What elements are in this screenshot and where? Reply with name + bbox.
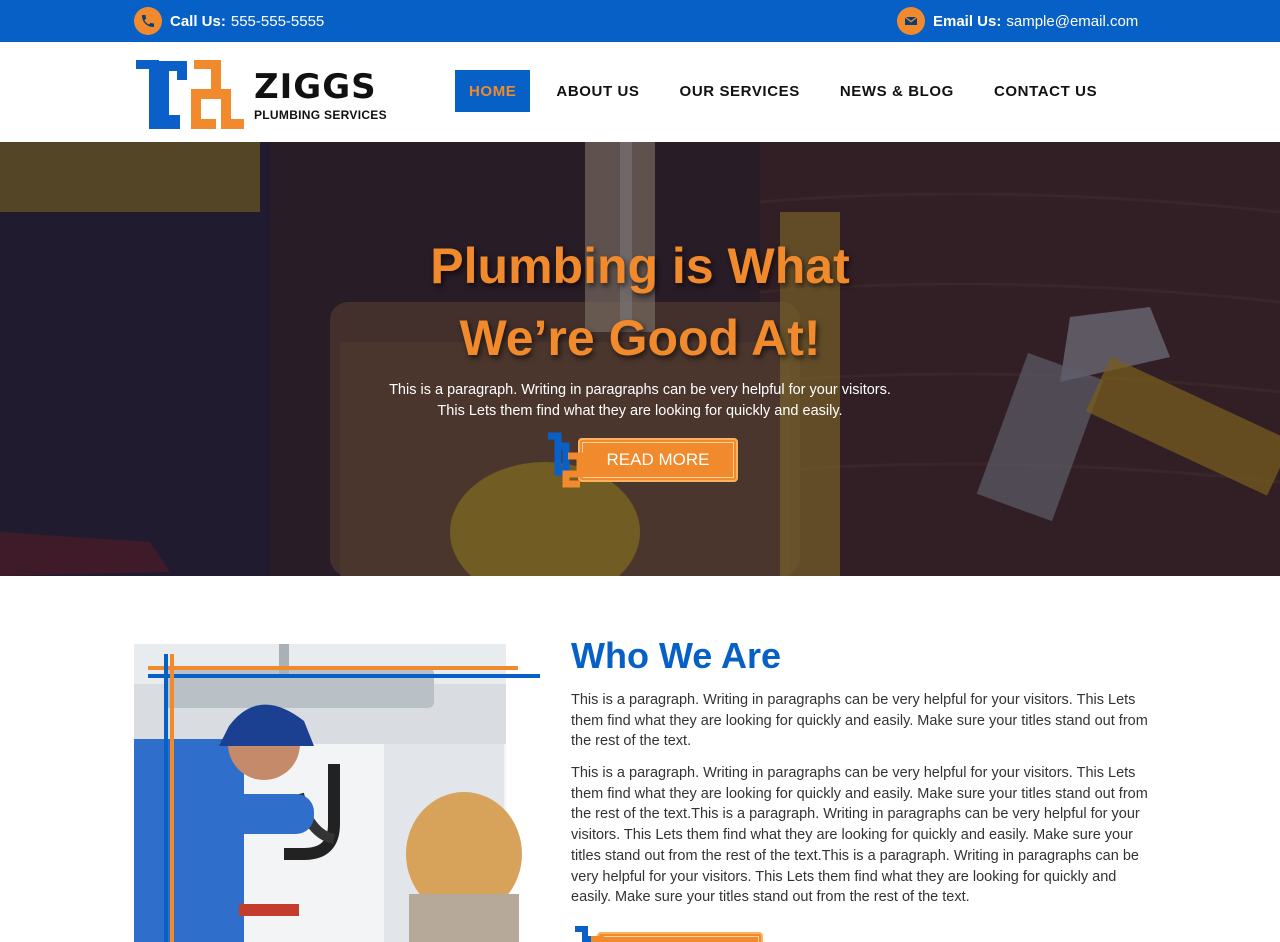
nav-home[interactable]: HOME [455,70,531,112]
hero-title-line1: Plumbing is What [430,238,850,294]
logo-text: ZIGGS PLUMBING SERVICES [254,68,387,122]
phone-number[interactable]: 555-555-5555 [231,13,324,30]
nav-contact-us[interactable]: CONTACT US [994,70,1097,112]
logo-mark-icon [136,59,244,129]
site-header: ZIGGS PLUMBING SERVICES HOME ABOUT US OU… [0,42,1280,142]
nav-our-services[interactable]: OUR SERVICES [680,70,800,112]
about-read-more-button[interactable] [597,932,763,942]
hero-text-line2: This Lets them find what they are lookin… [437,403,843,419]
about-paragraph-1: This is a paragraph. Writing in paragrap… [571,692,1148,750]
top-contact-bar: Call Us: 555-555-5555 Email Us: sample@e… [0,0,1280,42]
brand-tagline: PLUMBING SERVICES [254,108,387,122]
read-more-button[interactable]: READ MORE [578,438,738,482]
hero-read-more[interactable]: READ MORE [544,432,738,488]
hero-paragraph: This is a paragraph. Writing in paragrap… [0,380,1280,422]
hero-banner: Plumbing is What We’re Good At! This is … [0,142,1280,576]
plumbers-photo [134,644,540,942]
logo-mark-icon [575,926,604,942]
hero-title: Plumbing is What We’re Good At! [0,230,1280,374]
email-label: Email Us: [933,12,1002,30]
nav-news-blog[interactable]: NEWS & BLOG [840,70,954,112]
email-contact[interactable]: Email Us: sample@email.com [897,7,1138,35]
about-paragraph-2: This is a paragraph. Writing in paragrap… [571,765,1148,906]
phone-label: Call Us: [170,12,226,30]
main-nav: HOME ABOUT US OUR SERVICES NEWS & BLOG C… [455,70,1097,112]
brand-name: ZIGGS [254,67,377,107]
envelope-icon [897,7,925,35]
logo-mark-icon [548,432,584,488]
email-address[interactable]: sample@email.com [1006,13,1138,30]
about-read-more[interactable] [571,924,763,942]
plumbers-photo-illustration [134,644,540,942]
phone-contact[interactable]: Call Us: 555-555-5555 [134,7,324,35]
section-title: Who We Are [571,635,782,676]
phone-icon [134,7,162,35]
hero-title-line2: We’re Good At! [459,310,821,366]
site-logo[interactable]: ZIGGS PLUMBING SERVICES [134,59,394,130]
hero-text-line1: This is a paragraph. Writing in paragrap… [389,382,891,398]
nav-about-us[interactable]: ABOUT US [556,70,639,112]
